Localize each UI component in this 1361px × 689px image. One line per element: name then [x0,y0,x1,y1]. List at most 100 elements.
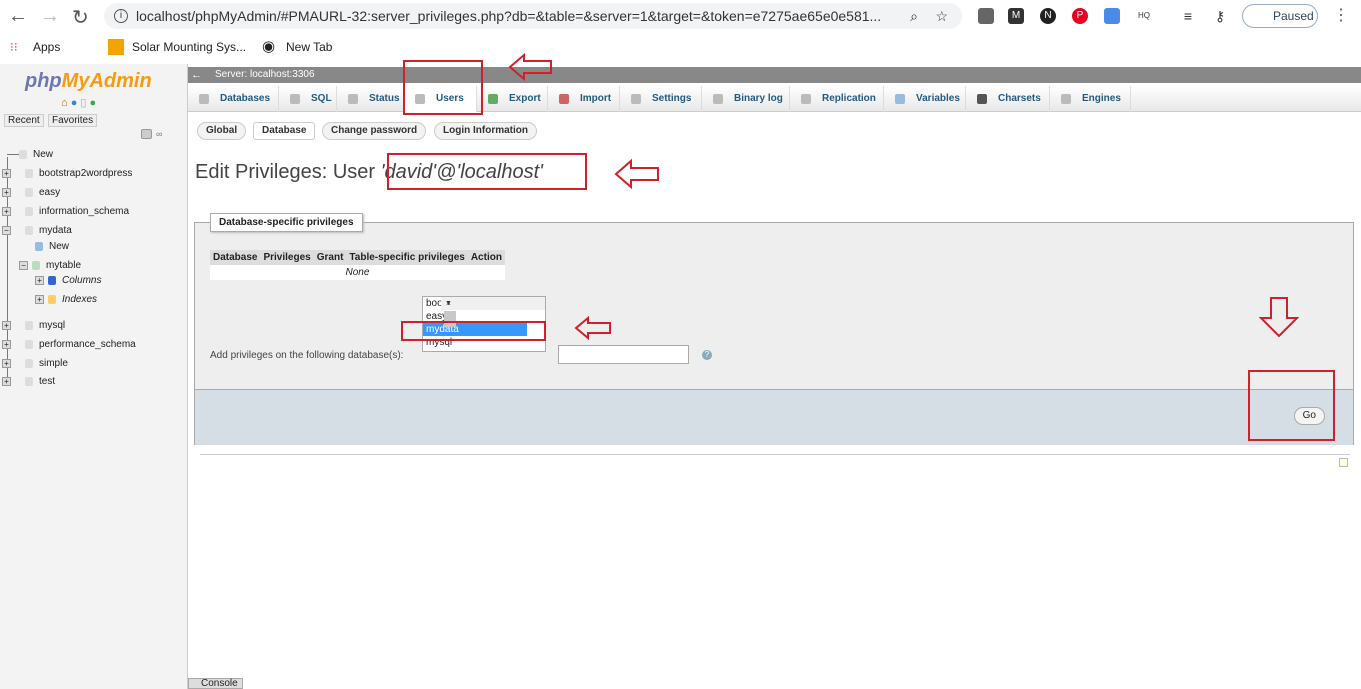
console-button[interactable]: Console [188,678,243,689]
tree-item-new-table[interactable]: New [35,241,69,252]
divider [200,454,1350,455]
url-text: localhost/phpMyAdmin/#PMAURL-32:server_p… [136,8,882,24]
help-icon[interactable]: ? [702,350,712,360]
page-settings-icon[interactable] [1339,458,1348,467]
column-header: Action [467,250,505,265]
bookmark-apps[interactable]: Apps [33,34,60,60]
charsets-icon [977,94,987,104]
tab-replication[interactable]: Replication [790,86,884,112]
subtab-database[interactable]: Database [253,122,316,140]
tree-item-db[interactable]: + performance_schema [2,339,136,350]
phpmyadmin-logo[interactable]: phpMyAdmin [25,70,152,93]
status-icon [348,94,358,104]
extension-n-icon[interactable]: N [1040,8,1056,24]
tab-import[interactable]: Import [548,86,620,112]
export-icon [488,94,498,104]
import-icon [559,94,569,104]
binary-log-icon [713,94,723,104]
sql-icon [290,94,300,104]
reload-icon[interactable]: ↻ [72,5,89,30]
server-breadcrumb: ← Server: localhost:3306 [188,67,1361,83]
column-header: Database [210,250,261,265]
star-icon[interactable]: ☆ [935,3,948,29]
extension-icon[interactable] [978,8,994,24]
column-header: Privileges [260,250,314,265]
top-menu: Databases SQL Status Users Export Import… [188,86,1361,112]
tree-item-new[interactable]: New [7,149,53,160]
server-link[interactable]: Server: localhost:3306 [215,69,315,80]
tree-item-columns[interactable]: + Columns [35,275,101,286]
tree-item-table[interactable]: − mytable [19,260,81,271]
database-privileges-fieldset: Database-specific privileges Database Pri… [194,213,1354,445]
annotation-box [387,153,587,190]
wrench-icon [631,94,641,104]
main-content: ← Server: localhost:3306 Databases SQL St… [188,64,1361,689]
recent-button[interactable]: Recent [4,114,44,127]
info-icon[interactable]: i [114,9,128,23]
tree-item-db-mydata[interactable]: − mydata [2,225,72,236]
tab-charsets[interactable]: Charsets [966,86,1050,112]
home-icon[interactable]: ⌂ ● ▯ ● [61,96,96,109]
collapse-all-icon[interactable] [141,129,152,139]
forward-icon[interactable]: → [40,5,60,28]
arrow-left-icon [574,316,611,340]
extension-icon[interactable] [1104,8,1120,24]
tree-item-indexes[interactable]: + Indexes [35,294,97,305]
arrow-down-icon [1259,297,1299,338]
zoom-icon[interactable]: ⌕ [910,3,918,29]
bookmarks-bar: ⁝⁝ Apps Solar Mounting Sys... ◉ New Tab [0,34,1361,60]
address-bar[interactable]: i localhost/phpMyAdmin/#PMAURL-32:server_… [104,3,962,29]
bookmark-new-tab[interactable]: New Tab [286,34,332,60]
column-header: Table-specific privileges [346,250,468,265]
extension-m-icon[interactable]: M [1008,8,1024,24]
replication-icon [801,94,811,104]
annotation-box [401,321,546,341]
pinterest-icon[interactable]: P [1072,8,1088,24]
tree-item-db[interactable]: + mysql [2,320,65,331]
column-header: Grant [313,250,347,265]
tab-export[interactable]: Export [477,86,548,112]
tab-sql[interactable]: SQL [279,86,337,112]
subtab-change-password[interactable]: Change password [322,122,427,140]
tree-item-db[interactable]: + bootstrap2wordpress [2,168,132,179]
tab-databases[interactable]: Databases [188,86,279,112]
database-icon [199,94,209,104]
cloudhq-icon[interactable]: HQ [1136,8,1152,24]
navigation-panel: phpMyAdmin ⌂ ● ▯ ● Recent Favorites ∞ Ne… [0,64,188,689]
tree-item-db[interactable]: + simple [2,358,68,369]
profile-status: Paused [1273,9,1314,23]
profile-button[interactable]: Paused [1242,4,1318,28]
bookmark-icon [108,39,124,55]
tab-variables[interactable]: Variables [884,86,966,112]
menu-icon[interactable]: ⋮ [1333,5,1349,25]
tree-item-db[interactable]: + information_schema [2,206,129,217]
tab-settings[interactable]: Settings [620,86,702,112]
subtab-global[interactable]: Global [197,122,247,140]
browser-toolbar: ← → ↻ i localhost/phpMyAdmin/#PMAURL-32:s… [0,0,1361,34]
favorites-button[interactable]: Favorites [48,114,98,127]
list-scrollbar[interactable]: ▲ ▼ [441,297,545,327]
media-icon[interactable]: ≡ [1180,8,1196,24]
variables-icon [895,94,905,104]
add-privileges-label: Add privileges on the following database… [210,350,404,361]
globe-icon: ◉ [262,38,276,55]
database-text-input[interactable] [558,345,689,364]
tab-binary-log[interactable]: Binary log [702,86,790,112]
tree-item-db[interactable]: + easy [2,187,60,198]
tab-status[interactable]: Status [337,86,404,112]
bookmark-solar[interactable]: Solar Mounting Sys... [132,34,246,60]
engines-icon [1061,94,1071,104]
arrow-left-icon [508,52,552,82]
link-icon[interactable]: ∞ [156,129,162,139]
back-icon[interactable]: ← [8,5,28,28]
fieldset-footer: Go [195,389,1353,445]
arrow-left-icon [614,158,659,190]
annotation-box [1248,370,1335,441]
tree-item-db[interactable]: + test [2,376,55,387]
subtab-login-information[interactable]: Login Information [434,122,537,140]
fieldset-legend: Database-specific privileges [210,213,363,232]
collapse-arrow-icon[interactable]: ← [191,67,202,83]
key-icon[interactable]: ⚷ [1212,8,1228,24]
annotation-box [403,60,483,115]
tab-engines[interactable]: Engines [1050,86,1131,112]
